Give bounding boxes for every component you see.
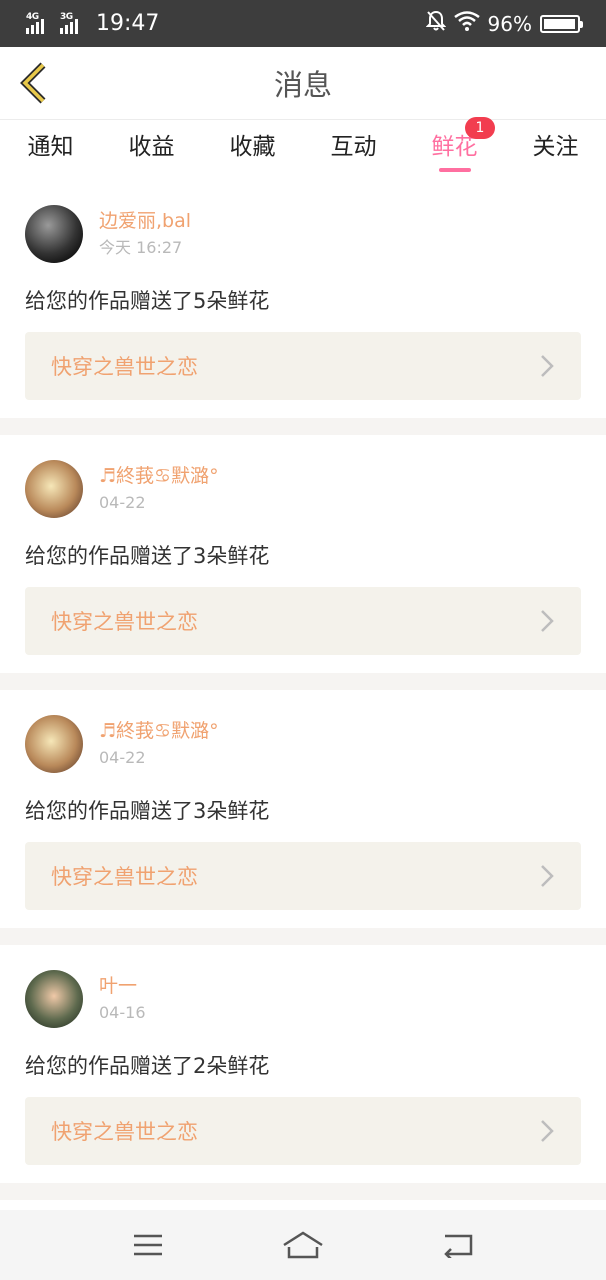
sender-name[interactable]: ♬終莪♋默潞°: [99, 464, 219, 488]
message-card: 叶一 04-16 给您的作品赠送了2朵鲜花 快穿之兽世之恋: [0, 945, 606, 1183]
message-text: 给您的作品赠送了3朵鲜花: [25, 544, 270, 568]
menu-button[interactable]: [118, 1225, 178, 1265]
tab-bar: 通知 收益 收藏 互动 鲜花 1 关注: [0, 117, 606, 177]
work-link[interactable]: 快穿之兽世之恋: [25, 842, 581, 910]
work-link[interactable]: 快穿之兽世之恋: [25, 587, 581, 655]
work-title: 快穿之兽世之恋: [51, 610, 198, 634]
menu-icon: [133, 1234, 162, 1256]
wifi-icon: [453, 11, 480, 36]
signal-4g-icon: 4G: [26, 12, 54, 36]
title-bar: 消息: [0, 47, 606, 120]
home-icon: [283, 1231, 323, 1259]
signal-3g-icon: 3G: [60, 12, 88, 36]
unread-badge: 1: [465, 117, 495, 139]
message-header: 叶一 04-16: [25, 970, 581, 1028]
chevron-right-icon: [541, 865, 554, 887]
sender-name[interactable]: 边爱丽,bal: [99, 209, 191, 233]
mute-bell-icon: [425, 10, 446, 37]
chevron-right-icon: [541, 610, 554, 632]
tab-flowers[interactable]: 鲜花 1: [404, 117, 505, 177]
tab-favorites[interactable]: 收藏: [202, 121, 303, 177]
avatar[interactable]: [25, 970, 83, 1028]
work-link[interactable]: 快穿之兽世之恋: [25, 1097, 581, 1165]
sender-name[interactable]: 叶一: [99, 974, 146, 998]
message-text: 给您的作品赠送了5朵鲜花: [25, 289, 270, 313]
status-bar: 4G 3G 19:47 96%: [0, 0, 606, 47]
tab-label: 收益: [128, 134, 175, 160]
active-tab-indicator: [438, 168, 471, 172]
work-title: 快穿之兽世之恋: [51, 1120, 198, 1144]
message-time: 04-22: [99, 748, 146, 767]
message-header: ♬終莪♋默潞° 04-22: [25, 460, 581, 518]
sender-name[interactable]: ♬終莪♋默潞°: [99, 719, 219, 743]
clock: 19:47: [96, 11, 160, 36]
work-title: 快穿之兽世之恋: [51, 865, 198, 889]
chevron-left-icon: [20, 62, 46, 104]
chevron-right-icon: [541, 1120, 554, 1142]
tab-label: 通知: [27, 134, 74, 160]
battery-icon: [540, 14, 583, 33]
tab-interaction[interactable]: 互动: [303, 121, 404, 177]
status-right: 96%: [425, 10, 583, 37]
tab-follow[interactable]: 关注: [505, 121, 606, 177]
work-link[interactable]: 快穿之兽世之恋: [25, 332, 581, 400]
chevron-right-icon: [541, 355, 554, 377]
message-card: ♬終莪♋默潞° 04-22 给您的作品赠送了3朵鲜花 快穿之兽世之恋: [0, 690, 606, 928]
battery-percent: 96%: [487, 11, 532, 36]
back-nav-button[interactable]: [428, 1225, 488, 1265]
message-time: 今天 16:27: [99, 238, 183, 257]
work-title: 快穿之兽世之恋: [51, 355, 198, 379]
system-nav-bar: [0, 1210, 606, 1280]
back-button[interactable]: [14, 61, 54, 105]
message-card-partial: [0, 1200, 606, 1210]
message-card: 边爱丽,bal 今天 16:27 给您的作品赠送了5朵鲜花 快穿之兽世之恋: [0, 180, 606, 418]
avatar[interactable]: [25, 205, 83, 263]
tab-label: 互动: [330, 134, 377, 160]
message-card: ♬終莪♋默潞° 04-22 给您的作品赠送了3朵鲜花 快穿之兽世之恋: [0, 435, 606, 673]
tab-label: 收藏: [229, 134, 276, 160]
message-header: ♬終莪♋默潞° 04-22: [25, 715, 581, 773]
tab-label: 关注: [532, 134, 579, 160]
page-title: 消息: [273, 68, 332, 102]
avatar[interactable]: [25, 715, 83, 773]
tab-notify[interactable]: 通知: [0, 121, 101, 177]
message-text: 给您的作品赠送了3朵鲜花: [25, 799, 270, 823]
signal-group: 4G 3G: [26, 12, 88, 36]
tab-income[interactable]: 收益: [101, 121, 202, 177]
home-button[interactable]: [273, 1225, 333, 1265]
message-time: 04-22: [99, 493, 146, 512]
message-text: 给您的作品赠送了2朵鲜花: [25, 1054, 270, 1078]
message-time: 04-16: [99, 1003, 146, 1022]
back-icon: [444, 1234, 473, 1258]
message-feed[interactable]: 边爱丽,bal 今天 16:27 给您的作品赠送了5朵鲜花 快穿之兽世之恋 ♬終…: [0, 180, 606, 1210]
message-header: 边爱丽,bal 今天 16:27: [25, 205, 581, 263]
avatar[interactable]: [25, 460, 83, 518]
